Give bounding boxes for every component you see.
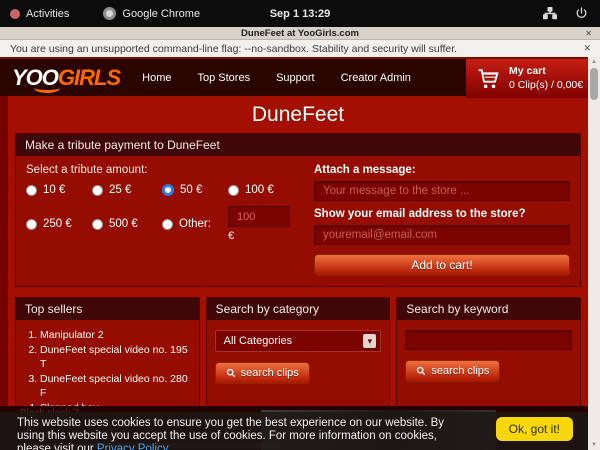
radio-25-eur[interactable]: 25 €	[92, 184, 162, 196]
top-sellers-header: Top sellers	[16, 298, 199, 320]
cookie-accept-button[interactable]: Ok, got it!	[496, 417, 573, 441]
radio-icon	[228, 185, 239, 196]
logo-part-2: GIRLS	[58, 65, 120, 90]
list-item[interactable]: DuneFeet special video no. 280 F	[40, 372, 193, 401]
category-select[interactable]: All Categories ▾	[215, 330, 382, 352]
search-keyword-header: Search by keyword	[397, 298, 580, 320]
top-sellers-panel: Top sellers Manipulator 2 DuneFeet speci…	[15, 297, 200, 406]
radio-icon	[92, 219, 103, 230]
page-title: DuneFeet	[8, 96, 588, 133]
main-nav: Home Top Stores Support Creator Admin	[142, 72, 411, 84]
system-top-bar: Activities Google Chrome Sep 1 13:29	[0, 0, 600, 27]
search-icon	[226, 368, 236, 378]
keyword-input[interactable]	[405, 330, 572, 350]
warning-close-icon[interactable]: ✕	[583, 43, 591, 54]
tribute-panel-header: Make a tribute payment to DuneFeet	[16, 134, 580, 156]
network-icon[interactable]	[543, 7, 557, 20]
search-clips-keyword-button[interactable]: search clips	[405, 360, 500, 382]
search-icon	[416, 366, 426, 376]
cart-icon	[476, 66, 501, 91]
browser-viewport: YOOGIRLS Home Top Stores Support Creator…	[0, 57, 600, 450]
category-select-value: All Categories	[224, 335, 292, 347]
list-item[interactable]: DuneFeet special video no. 195 T	[40, 343, 193, 372]
amount-label: Select a tribute amount:	[26, 164, 300, 176]
scroll-up-icon[interactable]: ▲	[591, 58, 597, 66]
cookie-consent-bar: This website uses cookies to ensure you …	[0, 412, 588, 450]
search-category-header: Search by category	[207, 298, 390, 320]
site-footer: Black sleek 7 This website uses cookies …	[0, 406, 588, 450]
radio-500-eur[interactable]: 500 €	[92, 206, 162, 242]
amount-options: 10 € 25 € 50 €	[26, 184, 300, 242]
radio-icon	[92, 185, 103, 196]
window-title: DuneFeet at YooGirls.com	[241, 28, 359, 39]
radio-50-eur[interactable]: 50 €	[162, 184, 228, 196]
window-title-bar: DuneFeet at YooGirls.com ✕	[0, 27, 600, 40]
lower-panels: Top sellers Manipulator 2 DuneFeet speci…	[15, 297, 581, 406]
radio-10-eur[interactable]: 10 €	[26, 184, 92, 196]
nav-item-support[interactable]: Support	[276, 72, 315, 84]
site-logo[interactable]: YOOGIRLS	[0, 67, 120, 89]
radio-icon	[162, 219, 173, 230]
list-item[interactable]: Manipulator 2	[40, 328, 193, 343]
search-keyword-panel: Search by keyword search clips	[396, 297, 581, 406]
power-icon[interactable]	[575, 7, 588, 20]
radio-icon	[26, 219, 37, 230]
nav-item-home[interactable]: Home	[142, 72, 171, 84]
scrollbar[interactable]: ▲ ▼	[588, 57, 600, 450]
currency-symbol: €	[228, 230, 300, 242]
email-input[interactable]	[314, 225, 570, 245]
radio-selected-icon	[162, 184, 174, 196]
search-category-panel: Search by category All Categories ▾ sear…	[206, 297, 391, 406]
top-sellers-list: Manipulator 2 DuneFeet special video no.…	[16, 320, 199, 406]
cart-title: My cart	[509, 65, 583, 79]
scroll-down-icon[interactable]: ▼	[591, 441, 597, 449]
window-close-icon[interactable]: ✕	[585, 27, 592, 40]
nav-item-creator-admin[interactable]: Creator Admin	[341, 72, 411, 84]
message-label: Attach a message:	[314, 164, 570, 176]
cookie-text: This website uses cookies to ensure you …	[0, 412, 465, 450]
site-header: YOOGIRLS Home Top Stores Support Creator…	[0, 57, 588, 96]
chevron-down-icon: ▾	[363, 334, 376, 348]
sandbox-warning-bar: You are using an unsupported command-lin…	[0, 40, 600, 57]
email-label: Show your email address to the store?	[314, 208, 570, 220]
radio-icon	[26, 185, 37, 196]
tribute-panel: Make a tribute payment to DuneFeet Selec…	[15, 133, 581, 287]
page-content: DuneFeet Make a tribute payment to DuneF…	[8, 96, 588, 406]
radio-100-eur[interactable]: 100 €	[228, 184, 300, 196]
other-amount-input[interactable]	[228, 206, 290, 227]
search-clips-category-button[interactable]: search clips	[215, 362, 310, 384]
radio-250-eur[interactable]: 250 €	[26, 206, 92, 242]
clock[interactable]: Sep 1 13:29	[0, 8, 600, 20]
logo-smile-icon	[34, 83, 60, 93]
message-input[interactable]	[314, 181, 570, 201]
cart-count: 0 Clip(s) / 0,00€	[509, 79, 583, 93]
radio-other[interactable]: Other:	[162, 206, 228, 242]
screen: Activities Google Chrome Sep 1 13:29 Dun…	[0, 0, 600, 450]
add-to-cart-button[interactable]: Add to cart!	[314, 254, 570, 276]
nav-item-top-stores[interactable]: Top Stores	[197, 72, 250, 84]
privacy-policy-link[interactable]: Privacy Policy	[97, 443, 169, 450]
my-cart-button[interactable]: My cart 0 Clip(s) / 0,00€	[466, 59, 588, 98]
scrollbar-thumb[interactable]	[590, 68, 598, 100]
warning-text: You are using an unsupported command-lin…	[10, 43, 457, 55]
